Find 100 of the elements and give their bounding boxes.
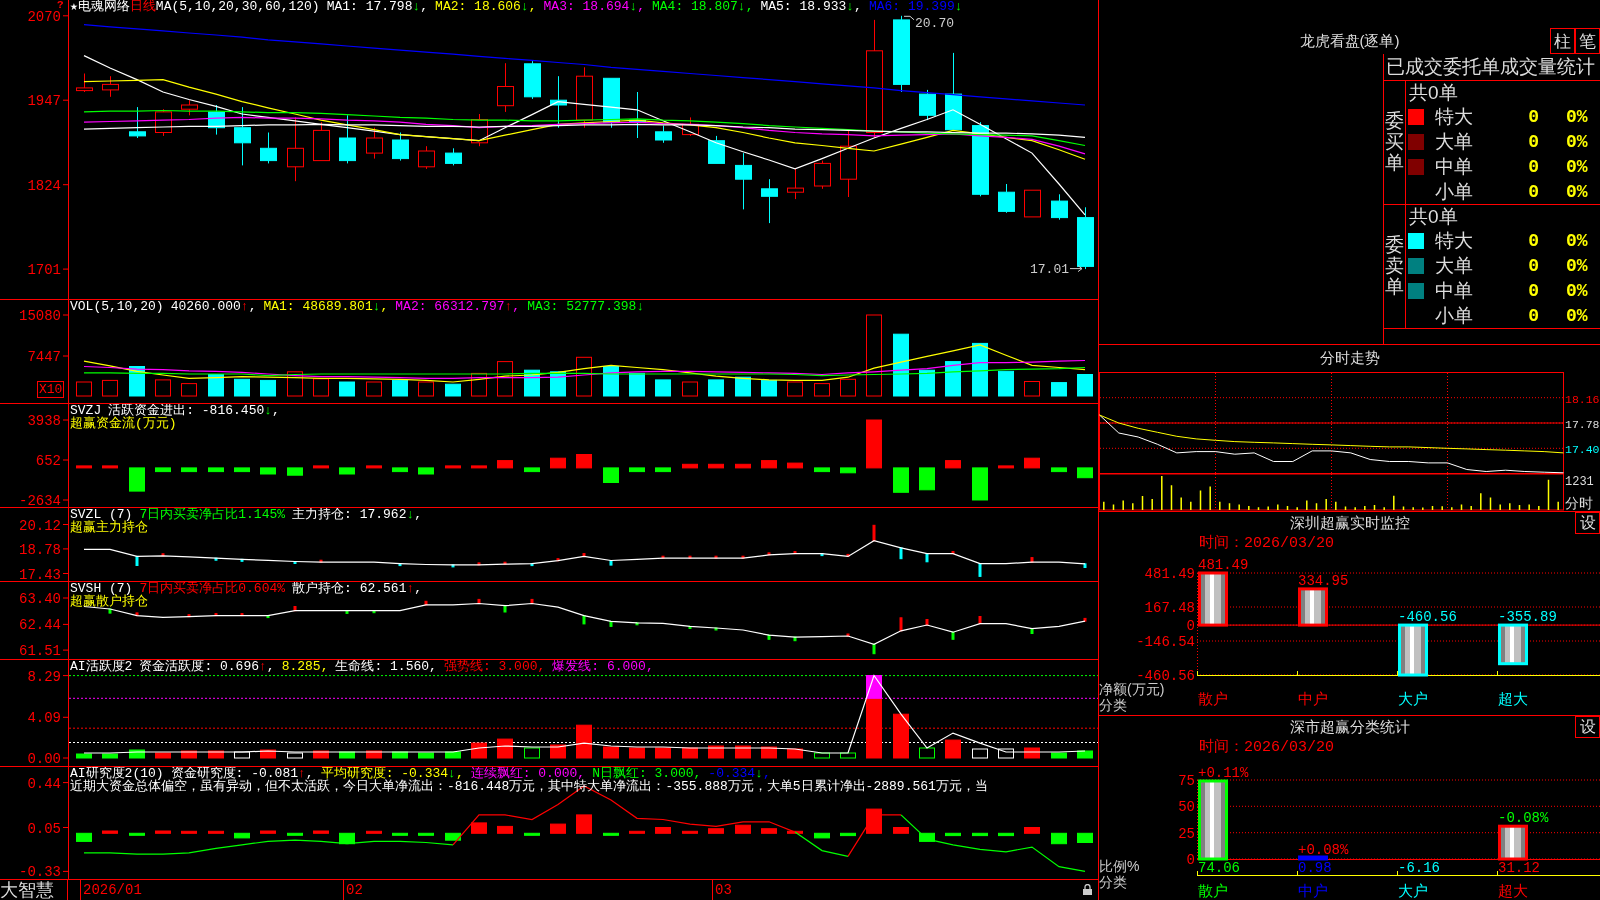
- percent-value: 0%: [1565, 256, 1589, 276]
- chart-bar: [866, 808, 882, 834]
- chart-bar: [524, 467, 540, 473]
- chart-bar: [814, 752, 830, 759]
- tick-mark: [319, 559, 323, 563]
- mode-button[interactable]: 笔: [1575, 28, 1600, 54]
- chart-bar: [735, 824, 751, 834]
- tick-mark: [135, 555, 139, 566]
- chart-bar: [129, 366, 145, 397]
- chart-bar: [972, 467, 988, 501]
- chart-bar: [945, 460, 961, 469]
- indicator-value: MA4: 18.807↓,: [652, 0, 754, 14]
- percent-value: 0%: [1565, 182, 1589, 202]
- chart-bar: [787, 830, 803, 834]
- category-label: 中户: [1298, 882, 1328, 899]
- chart-bar: [893, 827, 909, 834]
- chart-bar: [392, 467, 408, 473]
- value-label: 31.12: [1498, 860, 1540, 876]
- change-label: +0.11%: [1198, 765, 1249, 781]
- tick-mark: [872, 643, 876, 655]
- panel-title: 深圳超赢实时监控: [1289, 513, 1410, 533]
- chart-bar: [234, 378, 250, 397]
- axis-label: 0.44: [27, 775, 61, 792]
- chart-bar: [682, 747, 698, 759]
- chart-bar: [708, 379, 724, 397]
- order-size-label: 中单: [1435, 279, 1474, 303]
- chart-bar: [814, 383, 830, 397]
- axis-label: 0.05: [27, 820, 61, 837]
- candlestick: [576, 66, 593, 129]
- chart-bar: [919, 832, 935, 842]
- chart-bar: [972, 342, 988, 397]
- chart-bar: [260, 467, 276, 475]
- chart-bar: [260, 749, 276, 759]
- chart-bar: [655, 379, 671, 397]
- mode-button[interactable]: 柱: [1550, 28, 1575, 54]
- chart-bar: [840, 467, 856, 474]
- total-label: 共0单: [1409, 206, 1458, 227]
- axis-label: 1947: [27, 93, 61, 110]
- tick-mark: [214, 557, 218, 561]
- axis-label: 50: [1178, 799, 1195, 816]
- chart-bar: [972, 748, 988, 759]
- axis-label: 17.43: [19, 566, 61, 582]
- percent-value: 0%: [1565, 132, 1589, 152]
- help-mark[interactable]: ?: [57, 0, 64, 11]
- chart-bar: [524, 747, 540, 759]
- chart-bar: [919, 467, 935, 491]
- candlestick: [1077, 206, 1094, 270]
- chart-bar: [655, 827, 671, 834]
- change-label: -0.08%: [1498, 810, 1549, 827]
- settings-button[interactable]: 设: [1575, 716, 1600, 738]
- chart-bar: [208, 467, 224, 473]
- chart-bar: [313, 465, 329, 469]
- percent-value: 0%: [1565, 231, 1589, 251]
- chart-bar: [655, 747, 671, 759]
- chart-bar: [208, 830, 224, 834]
- settings-button[interactable]: 设: [1575, 512, 1600, 534]
- chart-bar: [655, 467, 671, 473]
- order-size-label: 特大: [1435, 105, 1474, 129]
- chart-bar: [102, 753, 118, 759]
- chart-bar: [893, 713, 909, 759]
- axis-label: 61.51: [19, 643, 61, 660]
- tick-mark: [925, 619, 929, 626]
- candlestick: [524, 60, 541, 100]
- chart-bar: [471, 465, 487, 469]
- count-value: 0: [1527, 157, 1539, 177]
- axis-label: 2070: [27, 8, 61, 25]
- indicator-subtitle: 超赢资金流(万元): [70, 416, 177, 431]
- brand-label: 大智慧: [0, 880, 54, 900]
- chart-bar: [1051, 467, 1067, 473]
- chart-bar: [418, 832, 434, 836]
- chart-bar: [682, 381, 698, 397]
- tick-mark: [872, 524, 876, 542]
- chart-bar: [1024, 827, 1040, 834]
- chart-bar: [919, 747, 935, 759]
- axis-title: 净额(万元): [1099, 681, 1165, 697]
- axis-label: 17.40: [1565, 443, 1600, 457]
- candlestick: [998, 183, 1015, 214]
- chart-bar: [840, 832, 856, 837]
- value-label: 74.06: [1198, 860, 1240, 876]
- chart-bar: [735, 463, 751, 469]
- chart-bar: [366, 465, 382, 469]
- indicator-value: 爆发线: 6.000,: [552, 660, 654, 674]
- chart-bar: [787, 748, 803, 759]
- chart-bar: [366, 381, 382, 397]
- chart-bar: [129, 749, 145, 759]
- chart-bar: [181, 467, 197, 473]
- order-size-label: 特大: [1435, 229, 1474, 253]
- indicator-title: VOL(5,10,20): [70, 300, 164, 314]
- chart-bar: [155, 467, 171, 473]
- chart-bar: [392, 379, 408, 397]
- chart-bar: [76, 753, 92, 759]
- chart-bar: [1498, 623, 1528, 666]
- tick-mark: [108, 608, 112, 614]
- chart-bar: [102, 379, 118, 397]
- date-label: 时间：2026/03/20: [1199, 739, 1334, 756]
- tick-mark: [503, 605, 507, 613]
- price-annotation: 17.01: [1030, 262, 1083, 278]
- indicator-value: -0.334↓,: [708, 767, 771, 781]
- axis-label: 18.78: [19, 541, 61, 558]
- count-value: 0: [1527, 107, 1539, 127]
